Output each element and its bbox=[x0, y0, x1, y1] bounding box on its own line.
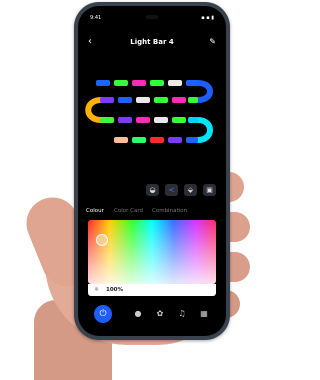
tab-combination[interactable]: Combination bbox=[152, 206, 187, 216]
strip-toolbar: ◒ ≺ ⬙ ▣ bbox=[146, 184, 222, 196]
strip-curve-right-top bbox=[195, 80, 213, 103]
camera-notch bbox=[146, 15, 158, 19]
strip-segment bbox=[136, 117, 150, 123]
brightness-icon: ☼ bbox=[94, 287, 99, 293]
strip-segment bbox=[100, 97, 114, 103]
brightness-slider[interactable]: ☼ 100% bbox=[88, 284, 216, 296]
strip-segment bbox=[188, 97, 198, 103]
strip-segment bbox=[150, 80, 164, 86]
theme-icon[interactable]: ◒ bbox=[146, 184, 159, 196]
strip-segment bbox=[172, 97, 186, 103]
strip-segment bbox=[132, 137, 146, 143]
save-icon[interactable]: ▣ bbox=[203, 184, 216, 196]
bottom-nav: ⏻ ● ✿ ♫ ▦ bbox=[78, 302, 226, 326]
page-title: Light Bar 4 bbox=[130, 38, 174, 46]
strip-segment bbox=[114, 137, 128, 143]
strip-segment bbox=[172, 117, 186, 123]
color-picker[interactable] bbox=[88, 220, 216, 284]
brightness-value: 100% bbox=[106, 287, 123, 293]
strip-segment bbox=[114, 80, 128, 86]
power-button[interactable]: ⏻ bbox=[94, 305, 112, 323]
edit-icon[interactable]: ✎ bbox=[209, 34, 216, 50]
back-icon[interactable]: ‹ bbox=[88, 34, 92, 50]
light-strip-preview[interactable] bbox=[78, 76, 226, 154]
light-icon[interactable]: ● bbox=[130, 305, 146, 323]
strip-segment bbox=[188, 117, 198, 123]
strip-segment bbox=[154, 97, 168, 103]
music-icon[interactable]: ♫ bbox=[174, 305, 190, 323]
strip-segment bbox=[150, 137, 164, 143]
phone-screen: 9:41 ▪ ▪ ▮ ‹ Light Bar 4 ✎ ◒ ≺ ⬙ ▣ Colou… bbox=[78, 6, 226, 336]
strip-segment bbox=[186, 80, 198, 86]
strip-segment bbox=[118, 117, 132, 123]
eraser-icon[interactable]: ⬙ bbox=[184, 184, 197, 196]
strip-segment bbox=[154, 117, 168, 123]
grid-icon[interactable]: ▦ bbox=[196, 305, 212, 323]
palette-icon[interactable]: ✿ bbox=[152, 305, 168, 323]
top-nav: ‹ Light Bar 4 ✎ bbox=[78, 34, 226, 50]
strip-segment bbox=[136, 97, 150, 103]
share-icon[interactable]: ≺ bbox=[165, 184, 178, 196]
strip-segment bbox=[168, 137, 182, 143]
strip-curve-right-bottom bbox=[195, 117, 213, 143]
status-indicators: ▪ ▪ ▮ bbox=[201, 15, 214, 21]
tab-color-card[interactable]: Color Card bbox=[114, 206, 143, 216]
strip-segment bbox=[132, 80, 146, 86]
tab-colour[interactable]: Colour bbox=[86, 206, 104, 216]
strip-curve-left bbox=[85, 97, 104, 123]
strip-segment bbox=[100, 117, 114, 123]
strip-segment bbox=[118, 97, 132, 103]
strip-segment bbox=[186, 137, 198, 143]
strip-segment bbox=[96, 80, 110, 86]
mode-tabs: Colour Color Card Combination bbox=[86, 206, 226, 216]
phone-frame: 9:41 ▪ ▪ ▮ ‹ Light Bar 4 ✎ ◒ ≺ ⬙ ▣ Colou… bbox=[74, 2, 230, 340]
status-time: 9:41 bbox=[90, 15, 102, 21]
strip-segment bbox=[168, 80, 182, 86]
color-picker-handle[interactable] bbox=[96, 234, 108, 246]
